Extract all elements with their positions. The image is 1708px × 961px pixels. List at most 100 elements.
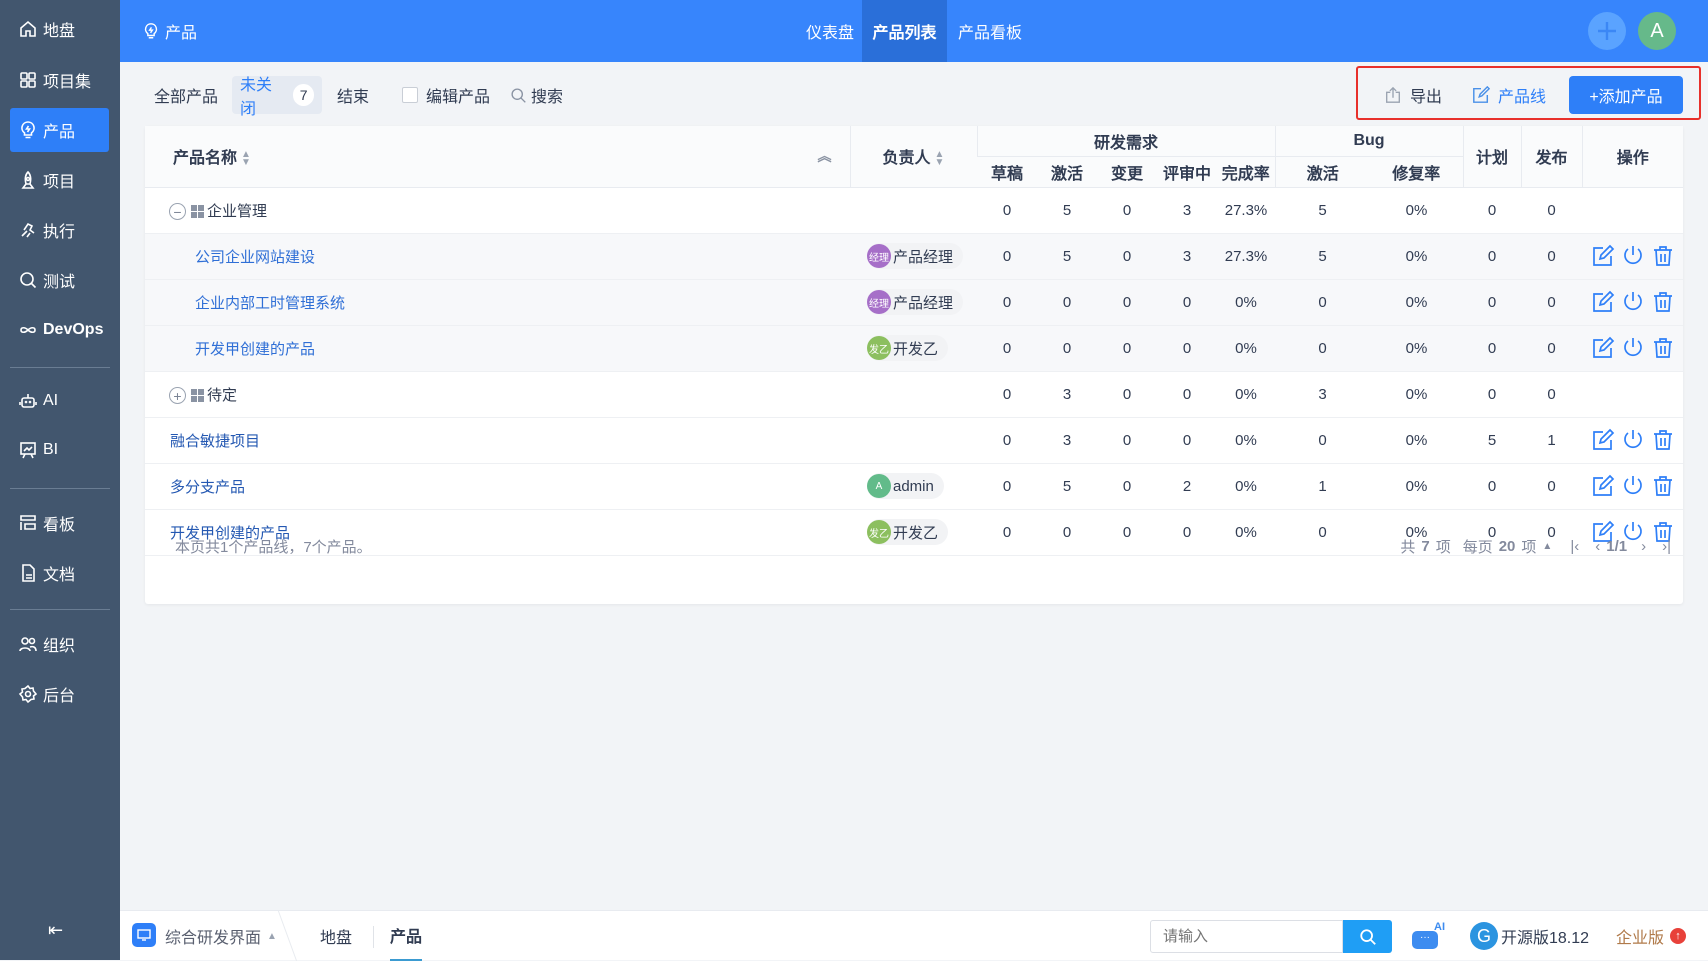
edit-icon[interactable] (1591, 474, 1615, 498)
product-name-link[interactable]: 开发甲创建的产品 (195, 341, 315, 358)
name-cell: 企业内部工时管理系统 (145, 279, 850, 326)
name-cell: − 企业管理 (145, 187, 850, 234)
value-cell: 0 (1097, 417, 1157, 464)
table-row[interactable]: − 企业管理 0 5 0 3 27.3% 5 0% 0 0 (145, 187, 1684, 234)
value-cell: 1 (1521, 417, 1583, 464)
collapse-all-icon[interactable]: ︽ (818, 146, 832, 166)
sidebar-item-11[interactable]: 组织 (10, 622, 109, 666)
power-icon[interactable] (1621, 428, 1645, 452)
col-group-bugs: Bug (1274, 126, 1464, 157)
avatar: 经理 (867, 244, 891, 268)
value-cell: 0 (977, 233, 1037, 280)
sidebar-item-0[interactable]: 地盘 (10, 7, 109, 51)
first-page-icon[interactable]: |‹ (1570, 538, 1579, 555)
global-search-button[interactable] (1343, 920, 1392, 953)
workspace-switcher[interactable]: 综合研发界面 ▲ (165, 911, 277, 961)
delete-icon[interactable] (1651, 474, 1675, 498)
tab-closed[interactable]: 结束 (329, 76, 377, 114)
sidebar-item-9[interactable]: 看板 (10, 501, 109, 545)
delete-icon[interactable] (1651, 428, 1675, 452)
owner-cell (850, 417, 977, 464)
owner-chip: Aadmin (867, 473, 944, 499)
edit-checkbox[interactable] (402, 87, 418, 103)
delete-icon[interactable] (1651, 336, 1675, 360)
export-button[interactable]: 导出 (1376, 76, 1450, 114)
value-cell: 0 (977, 509, 1037, 556)
sidebar-item-6[interactable]: DevOps (10, 308, 109, 352)
collapse-sidebar-icon[interactable]: ⇤ (48, 920, 63, 941)
table-row[interactable]: + 待定 0 3 0 0 0% 3 0% 0 0 (145, 371, 1684, 418)
power-icon[interactable] (1621, 474, 1645, 498)
sidebar-item-10[interactable]: 文档 (10, 551, 109, 595)
product-line-button[interactable]: 产品线 (1464, 76, 1554, 114)
sidebar-item-3[interactable]: 项目 (10, 158, 109, 202)
table-row[interactable]: 多分支产品 Aadmin 0 5 0 2 0% 1 0% 0 0 (145, 463, 1684, 510)
value-cell: 0% (1370, 187, 1464, 234)
sidebar-item-2[interactable]: 产品 (10, 108, 109, 152)
user-avatar[interactable]: A (1638, 12, 1676, 50)
col-changed: 变更 (1097, 156, 1157, 188)
delete-icon[interactable] (1651, 244, 1675, 268)
table-row[interactable]: 开发甲创建的产品 发乙 开发乙 0 0 0 0 0% 0 0% 0 0 (145, 325, 1684, 372)
sidebar-item-4[interactable]: 执行 (10, 208, 109, 252)
crumb-dashboard[interactable]: 地盘 (320, 911, 352, 961)
edit-icon[interactable] (1591, 290, 1615, 314)
table-row[interactable]: 融合敏捷项目 0 3 0 0 0% 0 0% 5 1 (145, 417, 1684, 464)
sidebar-item-12[interactable]: 后台 (10, 672, 109, 716)
edit-icon[interactable] (1591, 428, 1615, 452)
actions-cell (1582, 463, 1684, 510)
next-page-icon[interactable]: › (1641, 538, 1646, 555)
sidebar-item-1[interactable]: 项目集 (10, 58, 109, 102)
edit-icon[interactable] (1591, 244, 1615, 268)
nav-product-list[interactable]: 产品列表 (862, 0, 947, 62)
owner-name: 开发乙 (893, 340, 939, 358)
expand-toggle-icon[interactable]: + (169, 387, 186, 405)
delete-icon[interactable] (1651, 290, 1675, 314)
ai-chat-button[interactable]: ··· AI (1410, 921, 1454, 955)
col-name[interactable]: 产品名称 ▲ ▼ ︽ (145, 126, 850, 188)
sidebar-divider (10, 488, 110, 489)
power-icon[interactable] (1621, 336, 1645, 360)
edit-product-toggle[interactable]: 编辑产品 (394, 76, 498, 114)
search-toggle[interactable]: 搜索 (502, 76, 571, 114)
sort-icon[interactable]: ▲ ▼ (935, 150, 945, 168)
product-name-link[interactable]: 企业内部工时管理系统 (195, 295, 345, 312)
edit-icon[interactable] (1591, 336, 1615, 360)
nav-product-kanban[interactable]: 产品看板 (950, 0, 1030, 62)
crumb-product[interactable]: 产品 (390, 911, 423, 961)
sort-icon[interactable]: ▲ ▼ (241, 150, 251, 168)
collapse-toggle-icon[interactable]: − (169, 203, 186, 221)
product-name-link[interactable]: 多分支产品 (170, 479, 245, 496)
value-cell: 0 (1521, 371, 1583, 418)
global-search-input[interactable] (1150, 920, 1343, 953)
add-product-button[interactable]: +添加产品 (1569, 76, 1683, 114)
power-icon[interactable] (1621, 290, 1645, 314)
table-row[interactable]: 公司企业网站建设 经理 产品经理 0 5 0 3 27.3% 5 0% 0 0 (145, 233, 1684, 280)
value-cell: 0 (1463, 325, 1522, 372)
tab-all-products[interactable]: 全部产品 (146, 76, 226, 114)
power-icon[interactable] (1621, 244, 1645, 268)
sidebar-item-8[interactable]: BI (10, 428, 109, 472)
rocket-icon (21, 170, 35, 189)
nav-dashboard[interactable]: 仪表盘 (798, 0, 862, 62)
value-cell: 2 (1157, 463, 1217, 510)
value-cell: 5 (1275, 187, 1371, 234)
caret-up-icon[interactable]: ▲ (1542, 541, 1552, 552)
last-page-icon[interactable]: ›| (1662, 538, 1671, 555)
sidebar-item-5[interactable]: 测试 (10, 258, 109, 302)
prev-page-icon[interactable]: ‹ (1595, 538, 1600, 555)
table-row[interactable]: 企业内部工时管理系统 经理 产品经理 0 0 0 0 0% 0 0% 0 0 (145, 279, 1684, 326)
product-name-link[interactable]: 融合敏捷项目 (170, 433, 260, 450)
sidebar-item-label: 组织 (43, 638, 76, 655)
quick-add-button[interactable] (1588, 12, 1626, 50)
product-name-link[interactable]: 公司企业网站建设 (195, 249, 315, 266)
product-line-icon (191, 205, 204, 219)
value-cell: 0 (977, 463, 1037, 510)
pager-per-page[interactable]: 20 (1499, 538, 1516, 555)
col-owner[interactable]: 负责人 ▲ ▼ (849, 126, 977, 188)
owner-chip: 发乙 开发乙 (867, 335, 949, 361)
value-cell: 0 (1157, 279, 1217, 326)
enterprise-link[interactable]: 企业版 ↑ (1616, 911, 1687, 961)
tab-unclosed[interactable]: 未关闭 7 (232, 76, 322, 118)
sidebar-item-7[interactable]: AI (10, 379, 109, 423)
